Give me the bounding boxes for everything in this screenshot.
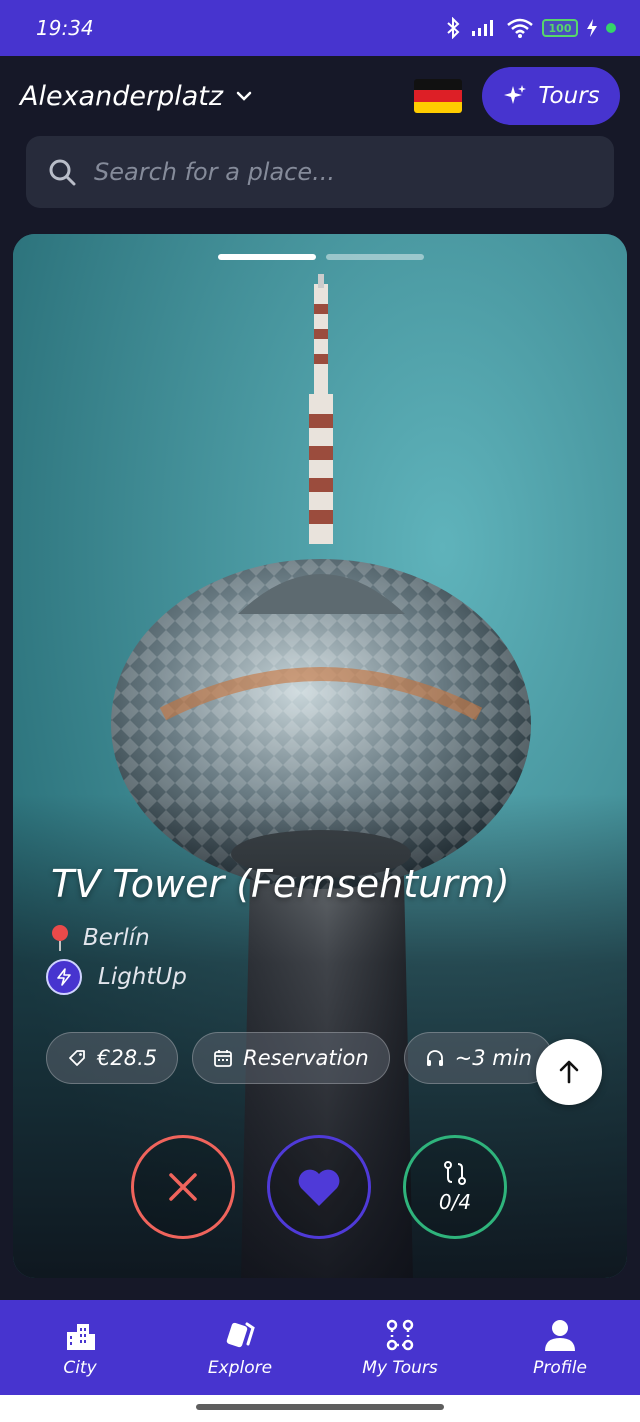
chevron-down-icon	[236, 91, 252, 101]
status-icons: 100	[444, 17, 616, 39]
status-time: 19:34	[36, 16, 94, 40]
location-selector[interactable]: Alexanderplatz	[20, 81, 255, 112]
tours-button[interactable]: Tours	[482, 67, 620, 125]
image-indicators	[218, 254, 424, 260]
germany-flag-icon[interactable]	[414, 79, 462, 113]
route-progress: 0/4	[438, 1190, 472, 1214]
nav-item-my-tours[interactable]: My Tours	[320, 1300, 480, 1395]
nav-label-city: City	[63, 1357, 97, 1378]
arrow-up-icon	[559, 1060, 579, 1084]
reservation-label: Reservation	[243, 1046, 369, 1070]
duration-label: ~3 min	[454, 1046, 532, 1070]
nav-label-explore: Explore	[207, 1357, 273, 1378]
poi-city: Berlín	[83, 925, 150, 951]
signal-icon	[472, 20, 493, 36]
poi-chips: €28.5 Reservation ~3 min	[46, 1032, 553, 1084]
ticket-icon	[69, 1050, 85, 1066]
route-map-icon	[386, 1319, 414, 1350]
duration-chip[interactable]: ~3 min	[403, 1032, 553, 1084]
bluetooth-icon	[447, 17, 460, 39]
heart-icon	[298, 1169, 340, 1206]
lightning-icon	[46, 959, 82, 995]
dislike-button[interactable]	[131, 1135, 235, 1239]
image-indicator[interactable]	[326, 254, 424, 260]
reservation-chip[interactable]: Reservation	[192, 1032, 390, 1084]
nav-item-profile[interactable]: Profile	[480, 1300, 640, 1395]
wifi-icon	[507, 18, 533, 38]
poi-category-label: LightUp	[98, 964, 187, 990]
expand-details-button[interactable]	[536, 1039, 602, 1105]
profile-icon	[545, 1319, 575, 1351]
poi-category: LightUp	[46, 959, 187, 995]
explore-cards-icon	[226, 1322, 255, 1347]
headphones-icon	[426, 1050, 443, 1066]
poi-card[interactable]: TV Tower (Fernsehturm) Berlín LightUp €2…	[13, 234, 627, 1278]
sparkles-icon	[504, 85, 527, 104]
active-dot	[606, 23, 616, 33]
card-actions: 0/4	[131, 1135, 507, 1239]
bottom-navigation: City Explore My Tours Profile	[0, 1300, 640, 1395]
nav-item-city[interactable]: City	[0, 1300, 160, 1395]
price-chip[interactable]: €28.5	[46, 1032, 179, 1084]
poi-location: Berlín	[49, 924, 150, 952]
header-actions: Tours	[414, 67, 620, 125]
home-gesture-bar[interactable]	[196, 1404, 444, 1410]
location-label: Alexanderplatz	[20, 80, 224, 112]
image-indicator-active[interactable]	[218, 254, 316, 260]
header: Alexanderplatz Tours	[0, 56, 640, 136]
battery-icon: 100	[542, 19, 578, 37]
location-pin-icon	[52, 925, 68, 951]
charging-icon	[587, 19, 597, 37]
nav-label-my-tours: My Tours	[362, 1357, 438, 1378]
close-icon	[169, 1173, 197, 1201]
price-label: €28.5	[97, 1046, 158, 1070]
tours-label: Tours	[538, 83, 600, 109]
nav-label-profile: Profile	[533, 1357, 587, 1378]
nav-item-explore[interactable]: Explore	[160, 1300, 320, 1395]
route-icon	[444, 1161, 466, 1185]
calendar-icon	[214, 1050, 233, 1067]
poi-title: TV Tower (Fernsehturm)	[51, 862, 510, 906]
search-input[interactable]	[94, 158, 592, 186]
like-button[interactable]	[267, 1135, 371, 1239]
city-icon	[67, 1323, 95, 1350]
add-to-route-button[interactable]: 0/4	[403, 1135, 507, 1239]
status-bar: 19:34 100	[0, 0, 640, 56]
search-icon	[49, 159, 76, 186]
search-bar[interactable]	[26, 136, 614, 208]
